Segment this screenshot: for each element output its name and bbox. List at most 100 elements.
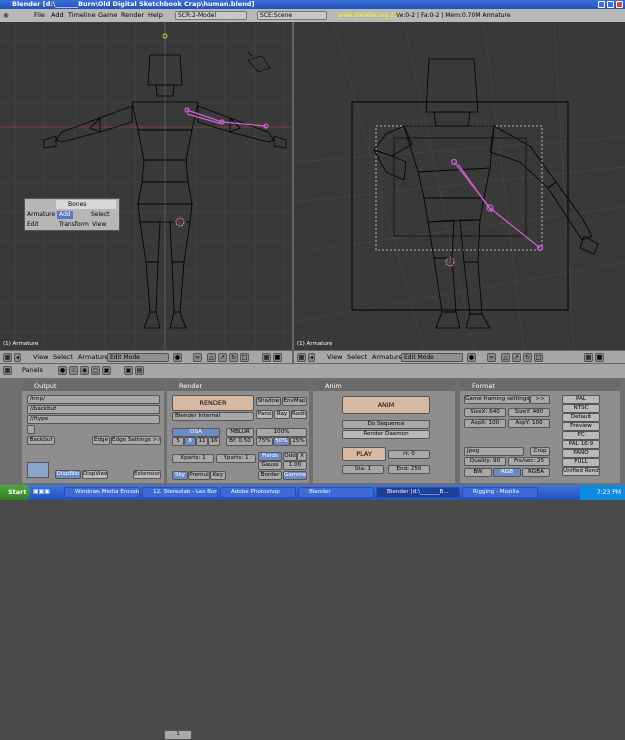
editor-type-icon[interactable]: ▦: [3, 353, 12, 362]
menu-view[interactable]: View: [327, 353, 342, 362]
radio-toggle[interactable]: Radio: [291, 410, 307, 419]
logic-context-icon[interactable]: ●: [58, 366, 67, 375]
editor-type-icon[interactable]: ▦: [297, 353, 306, 362]
task-blender-human[interactable]: Blender [d:\_______B...: [376, 487, 460, 498]
preset-pal-16-9[interactable]: PAL 16:9: [562, 440, 600, 449]
viewport-front[interactable]: (1) Armature: [0, 22, 292, 350]
render-button[interactable]: RENDER: [172, 395, 254, 411]
unified-renderer-toggle[interactable]: Unified Rend: [562, 467, 600, 476]
game-framing-settings-button[interactable]: Game framing settings: [464, 395, 530, 404]
render-panel-header[interactable]: Render: [167, 381, 309, 391]
render-preview-icon[interactable]: ■: [595, 353, 604, 362]
editing-context-icon[interactable]: ▣: [102, 366, 111, 375]
scene-selector[interactable]: SCE:Scene: [257, 11, 327, 20]
shading-icon[interactable]: ●: [173, 353, 182, 362]
scale-icon[interactable]: □: [534, 353, 543, 362]
menu-armature[interactable]: Armature: [78, 353, 109, 362]
task-stereolab[interactable]: 12. Stereolab - Les Bon B...: [142, 487, 218, 498]
mode-selector[interactable]: Edit Mode: [401, 353, 463, 362]
display-window-grid-icon[interactable]: [27, 462, 49, 478]
extensions-button[interactable]: Extension: [133, 470, 161, 479]
edge-toggle[interactable]: Edge: [92, 436, 110, 445]
anim-panel-header[interactable]: Anim: [313, 381, 455, 391]
start-frame-field[interactable]: Sta: 1: [342, 465, 384, 474]
ftype-path-field[interactable]: //ftype: [27, 415, 160, 424]
output-checkbox[interactable]: [27, 425, 35, 434]
task-adobe-photoshop[interactable]: Adobe Photoshop: [220, 487, 296, 498]
arm-bones-camera[interactable]: [450, 158, 544, 252]
play-button[interactable]: PLAY: [342, 447, 386, 461]
aspy-field[interactable]: AspY: 100: [508, 419, 550, 428]
odd-toggle[interactable]: Odd: [283, 452, 297, 461]
menu-render[interactable]: Render: [121, 11, 144, 20]
game-framing-expand-button[interactable]: >>: [530, 395, 550, 404]
size-25-button[interactable]: 25%: [290, 437, 307, 446]
task-windows-media-encoder[interactable]: Windows Media Encoder 9: [64, 487, 140, 498]
preset-default[interactable]: Default: [562, 413, 600, 422]
maximize-button[interactable]: [607, 1, 614, 8]
gauss-toggle[interactable]: Gauss: [258, 461, 282, 470]
render-buttons-icon[interactable]: ▣: [124, 366, 133, 375]
render-daemon-toggle[interactable]: Render Daemon: [342, 430, 430, 439]
sizey-field[interactable]: SizeY: 480: [508, 408, 550, 417]
preset-pano[interactable]: PANO: [562, 449, 600, 458]
menu-view[interactable]: View: [33, 353, 48, 362]
rgb-toggle[interactable]: RGB: [493, 468, 521, 477]
preset-full[interactable]: FULL: [562, 458, 600, 467]
popup-item-edit[interactable]: Edit: [27, 221, 39, 229]
edge-settings-button[interactable]: Edge Settings >>: [111, 436, 161, 445]
image-format-select[interactable]: Jpeg: [464, 447, 524, 456]
menu-add[interactable]: Add: [51, 11, 64, 20]
size-75-button[interactable]: 75%: [256, 437, 273, 446]
osa-16-button[interactable]: 16: [208, 437, 220, 446]
popup-item-transform[interactable]: Transform: [59, 221, 89, 229]
osa-8-button[interactable]: 8: [184, 437, 196, 446]
camera-icon[interactable]: [247, 51, 271, 73]
layer-icon[interactable]: ▦: [262, 353, 271, 362]
menu-select[interactable]: Select: [53, 353, 73, 362]
ray-toggle[interactable]: Ray: [274, 410, 290, 419]
menu-help[interactable]: Help: [148, 11, 163, 20]
close-button[interactable]: [616, 1, 623, 8]
bf-field[interactable]: Bf: 0.50: [226, 437, 254, 446]
clock[interactable]: 7:23 PM: [597, 489, 621, 496]
gauss-value-field[interactable]: 1.00: [283, 461, 307, 470]
pivot-icon[interactable]: ∞: [193, 353, 202, 362]
sizex-field[interactable]: SizeX: 640: [464, 408, 506, 417]
editor-type-icon[interactable]: ▦: [3, 366, 12, 375]
x-toggle[interactable]: X: [297, 452, 307, 461]
format-panel-header[interactable]: Format: [460, 381, 620, 391]
anim-button[interactable]: ANIM: [342, 396, 430, 414]
render-engine-select[interactable]: Blender Internal: [172, 412, 254, 421]
quality-field[interactable]: Quality: 90: [464, 457, 506, 466]
render-preview-icon[interactable]: ■: [273, 353, 282, 362]
manipulator-icon[interactable]: △: [501, 353, 510, 362]
mblur-toggle[interactable]: MBLUR: [226, 428, 254, 437]
border-toggle[interactable]: Border: [258, 471, 282, 480]
minimize-button[interactable]: [598, 1, 605, 8]
key-toggle[interactable]: Key: [210, 471, 226, 480]
start-button[interactable]: Start: [0, 485, 30, 500]
preset-ntsc[interactable]: NTSC: [562, 404, 600, 413]
popup-item-select[interactable]: Select: [91, 211, 110, 219]
script-context-icon[interactable]: ☃: [69, 366, 78, 375]
premul-toggle[interactable]: Premul: [188, 471, 210, 480]
bw-toggle[interactable]: BW: [464, 468, 492, 477]
crop-toggle[interactable]: Crop: [530, 447, 550, 456]
popup-item-add[interactable]: Add: [57, 211, 73, 219]
pivot-icon[interactable]: ∞: [487, 353, 496, 362]
dispview-button[interactable]: DispView: [82, 470, 108, 479]
dispwin-button[interactable]: DispWin: [55, 470, 81, 479]
popup-item-armature[interactable]: Armature: [27, 211, 55, 219]
osa-5-button[interactable]: 5: [172, 437, 184, 446]
rgba-toggle[interactable]: RGBA: [522, 468, 550, 477]
shading-icon[interactable]: ●: [467, 353, 476, 362]
translate-icon[interactable]: ↗: [218, 353, 227, 362]
rotate-icon[interactable]: ↻: [523, 353, 532, 362]
shading-context-icon[interactable]: ◉: [80, 366, 89, 375]
human-mesh-camera[interactable]: [373, 58, 599, 329]
menu-file[interactable]: File: [34, 11, 45, 20]
manipulator-icon[interactable]: △: [207, 353, 216, 362]
menu-armature[interactable]: Armature: [372, 353, 403, 362]
screen-selector[interactable]: SCR:2-Model: [175, 11, 247, 20]
